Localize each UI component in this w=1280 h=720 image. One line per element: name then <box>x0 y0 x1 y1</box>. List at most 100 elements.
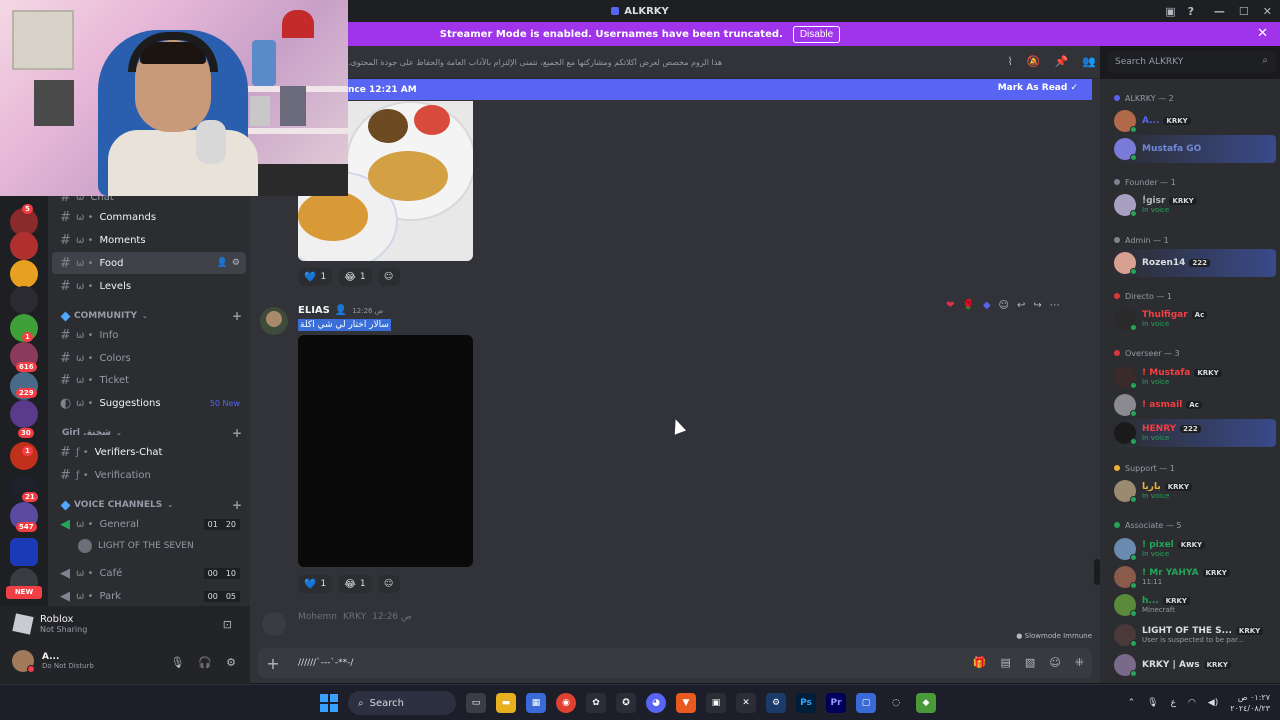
gift-icon[interactable]: 🎁 <box>973 656 987 669</box>
disable-streamer-mode-button[interactable]: Disable <box>792 25 841 43</box>
microphone-icon[interactable]: 🎙 <box>170 656 184 669</box>
member-item[interactable]: KRKY | Aws KRKY <box>1114 651 1276 679</box>
image-attachment[interactable] <box>298 335 473 567</box>
member-item[interactable]: HENRY 222 In voice <box>1114 419 1276 447</box>
chrome-icon[interactable]: ◉ <box>556 693 576 713</box>
member-item[interactable]: Mustafa GO <box>1114 135 1276 163</box>
avatar[interactable] <box>262 612 286 636</box>
premiere-icon[interactable]: Pr <box>826 693 846 713</box>
channel-verifiers-chat[interactable]: # ƒ • Verifiers-Chat <box>52 441 246 463</box>
server-icon[interactable] <box>10 538 38 566</box>
add-channel-icon[interactable]: + <box>232 498 242 512</box>
member-item[interactable]: h... KRKY Minecraft <box>1114 591 1276 619</box>
more-icon[interactable]: ⋯ <box>1050 300 1060 311</box>
new-messages-bar[interactable]: nce 12:21 AM Mark As Read ✓ <box>348 79 1092 100</box>
channel-info[interactable]: # ω • Info <box>52 324 246 346</box>
threads-icon[interactable]: ⌇ <box>1008 55 1013 68</box>
language-indicator[interactable]: ع <box>1171 698 1176 708</box>
maximize-button[interactable]: ☐ <box>1239 5 1249 18</box>
avatar[interactable] <box>260 307 288 335</box>
capcut-icon[interactable]: ✕ <box>736 693 756 713</box>
windows-start-icon[interactable] <box>320 694 338 712</box>
attach-plus-icon[interactable]: + <box>258 654 288 673</box>
server-icon[interactable] <box>10 400 38 428</box>
add-channel-icon[interactable]: + <box>232 426 242 440</box>
member-item[interactable]: ! Mr YAHYA KRKY 11:11 <box>1114 563 1276 591</box>
rose-reaction-icon[interactable]: 🌹 <box>962 300 974 311</box>
member-item[interactable]: ! pixel KRKY In voice <box>1114 535 1276 563</box>
add-reaction-button[interactable]: ☺ <box>377 268 400 286</box>
server-icon[interactable] <box>10 260 38 288</box>
mark-as-read-button[interactable]: Mark As Read ✓ <box>998 83 1078 93</box>
discord-icon[interactable]: ◕ <box>646 693 666 713</box>
reaction-laugh[interactable]: 😂 1 <box>338 268 372 286</box>
member-item[interactable]: ٰٰ!gisr KRKY In voice <box>1114 191 1276 219</box>
volume-icon[interactable]: ◀) <box>1208 698 1218 708</box>
shield-reaction-icon[interactable]: ◆ <box>983 300 991 311</box>
member-item[interactable]: Rozen14 222 <box>1114 249 1276 277</box>
steam-icon[interactable]: ⚙ <box>766 693 786 713</box>
server-icon[interactable] <box>10 286 38 314</box>
reaction-heart[interactable]: 💙 1 <box>298 268 333 286</box>
apps-icon[interactable]: ⁜ <box>1075 656 1084 669</box>
headphones-icon[interactable]: 🎧 <box>198 656 212 669</box>
forward-icon[interactable]: ↪ <box>1033 300 1041 311</box>
clock[interactable]: ٠١:٢٧ ص ٢٠٢٤/٠٨/٢٣ <box>1230 692 1270 714</box>
mute-bell-icon[interactable]: 🔕 <box>1027 55 1041 68</box>
app-icon[interactable]: ▢ <box>856 693 876 713</box>
close-banner-icon[interactable]: ✕ <box>1257 26 1268 41</box>
add-reaction-icon[interactable]: ☺ <box>999 300 1009 311</box>
voice-channel-cafe[interactable]: ◀ ω • Café 00 10 <box>52 562 246 584</box>
message-input[interactable]: //////`---`-**-/ <box>298 658 353 668</box>
voice-channel-park[interactable]: ◀ ω • Park 00 05 <box>52 585 246 606</box>
channel-verification[interactable]: # ƒ • Verification <box>52 464 246 486</box>
gif-icon[interactable]: ▤ <box>1001 656 1011 669</box>
store-icon[interactable]: ▦ <box>526 693 546 713</box>
search-input[interactable]: Search ALKRKY ⌕ <box>1108 51 1276 73</box>
close-window-button[interactable]: ✕ <box>1263 5 1272 18</box>
mic-tray-icon[interactable]: 🎙 <box>1147 698 1158 708</box>
member-item[interactable]: ! asmail Ac <box>1114 391 1276 419</box>
add-reaction-button[interactable]: ☺ <box>377 575 400 593</box>
server-icon[interactable] <box>10 232 38 260</box>
channel-topic[interactable]: هذا الروم مخصص لعرض أكلاتكم ومشاركتها مع… <box>348 58 948 67</box>
invite-icon[interactable]: 👤 <box>217 258 228 268</box>
help-icon[interactable]: ? <box>1188 5 1194 18</box>
reaction-laugh[interactable]: 😂 1 <box>338 575 372 593</box>
member-item[interactable]: A... KRKY <box>1114 107 1276 135</box>
channel-colors[interactable]: # ω • Colors <box>52 347 246 369</box>
channel-moments[interactable]: # ω • Moments <box>52 229 246 251</box>
pin-icon[interactable]: 📌 <box>1055 55 1069 68</box>
photoshop-icon[interactable]: Ps <box>796 693 816 713</box>
voice-user[interactable]: LIGHT OF THE SEVEN <box>78 536 238 556</box>
member-list-icon[interactable]: 👥 <box>1082 55 1096 68</box>
channel-commands[interactable]: # ω • Commands <box>52 206 246 228</box>
sticker-icon[interactable]: ▧ <box>1025 656 1035 669</box>
minecraft-icon[interactable]: ◆ <box>916 693 936 713</box>
channel-suggestions[interactable]: ◐ ω • Suggestions 50 New <box>52 392 246 414</box>
category-voice-channels[interactable]: VOICE CHANNELS ⌄ + <box>60 498 242 512</box>
add-channel-icon[interactable]: + <box>232 309 242 323</box>
brave-icon[interactable]: ▼ <box>676 693 696 713</box>
taskbar-search[interactable]: ⌕ Search <box>348 691 456 715</box>
message-composer[interactable]: + //////`---`-**-/ 🎁 ▤ ▧ ☺ ⁜ <box>258 648 1092 678</box>
reaction-heart[interactable]: 💙 1 <box>298 575 333 593</box>
chevron-up-icon[interactable]: ⌃ <box>1128 698 1136 708</box>
reply-icon[interactable]: ↩ <box>1017 300 1025 311</box>
screen-share-icon[interactable]: ⊡ <box>223 618 232 631</box>
member-item[interactable]: باريا KRKY In voice <box>1114 477 1276 505</box>
app-icon[interactable]: ◌ <box>886 693 906 713</box>
channel-ticket[interactable]: # ω • Ticket <box>52 369 246 391</box>
wifi-icon[interactable]: ◠ <box>1188 698 1196 708</box>
gear-icon[interactable]: ⚙ <box>232 258 240 268</box>
voice-channel-general[interactable]: ◀ ω • General 01 20 <box>52 513 246 535</box>
app-icon[interactable]: ▣ <box>706 693 726 713</box>
task-view-icon[interactable]: ▭ <box>466 693 486 713</box>
settings-gear-icon[interactable]: ⚙ <box>226 656 236 669</box>
channel-food[interactable]: # ω • Food 👤 ⚙ <box>52 252 246 274</box>
file-explorer-icon[interactable]: ▬ <box>496 693 516 713</box>
heart-reaction-icon[interactable]: ❤ <box>946 300 954 311</box>
minimize-button[interactable]: — <box>1214 5 1225 18</box>
app-icon[interactable]: ✿ <box>586 693 606 713</box>
emoji-icon[interactable]: ☺ <box>1049 656 1060 669</box>
